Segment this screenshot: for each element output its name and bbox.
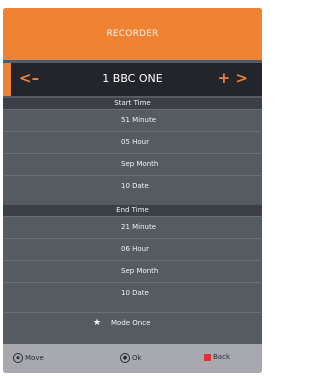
start-date-value: 10 Date [121,182,149,190]
back-hint-label: Back [213,353,230,361]
start-month-value: Sep Month [121,160,159,168]
recorder-panel: RECORDER <– 1 BBC ONE + > Start Time 51 … [3,8,262,373]
channel-selector[interactable]: <– 1 BBC ONE + > [3,63,262,96]
start-time-header: Start Time [3,98,262,109]
ok-hint[interactable]: ● Ok [120,353,142,363]
star-icon: ★ [93,318,102,328]
start-minute-row[interactable]: 51 Minute [3,109,262,131]
next-channel-icon[interactable]: + > [218,69,248,87]
move-hint[interactable]: ◆ Move [13,353,44,363]
ok-hint-label: Ok [132,354,142,362]
start-hour-row[interactable]: 05 Hour [3,131,262,153]
end-minute-row[interactable]: 21 Minute [3,216,262,238]
end-minute-value: 21 Minute [121,223,157,231]
end-month-row[interactable]: Sep Month [3,260,262,282]
end-hour-value: 06 Hour [121,245,149,253]
mode-row[interactable]: ★ Mode Once [3,312,262,334]
move-key-icon: ◆ [13,353,23,363]
end-hour-row[interactable]: 06 Hour [3,238,262,260]
back-key-icon [204,353,211,361]
page-title: RECORDER [106,29,159,39]
mode-value: Mode Once [111,319,151,327]
title-bar: RECORDER [3,8,262,60]
end-date-row[interactable]: 10 Date [3,282,262,304]
hint-bar: ◆ Move ● Ok Back [3,344,262,373]
end-time-header: End Time [3,205,262,216]
end-date-value: 10 Date [121,289,149,297]
end-month-value: Sep Month [121,267,159,275]
start-month-row[interactable]: Sep Month [3,153,262,175]
start-hour-value: 05 Hour [121,138,149,146]
ok-key-icon: ● [120,353,130,363]
back-hint[interactable]: Back [204,353,230,361]
start-date-row[interactable]: 10 Date [3,175,262,197]
move-hint-label: Move [25,354,44,362]
start-minute-value: 51 Minute [121,116,157,124]
